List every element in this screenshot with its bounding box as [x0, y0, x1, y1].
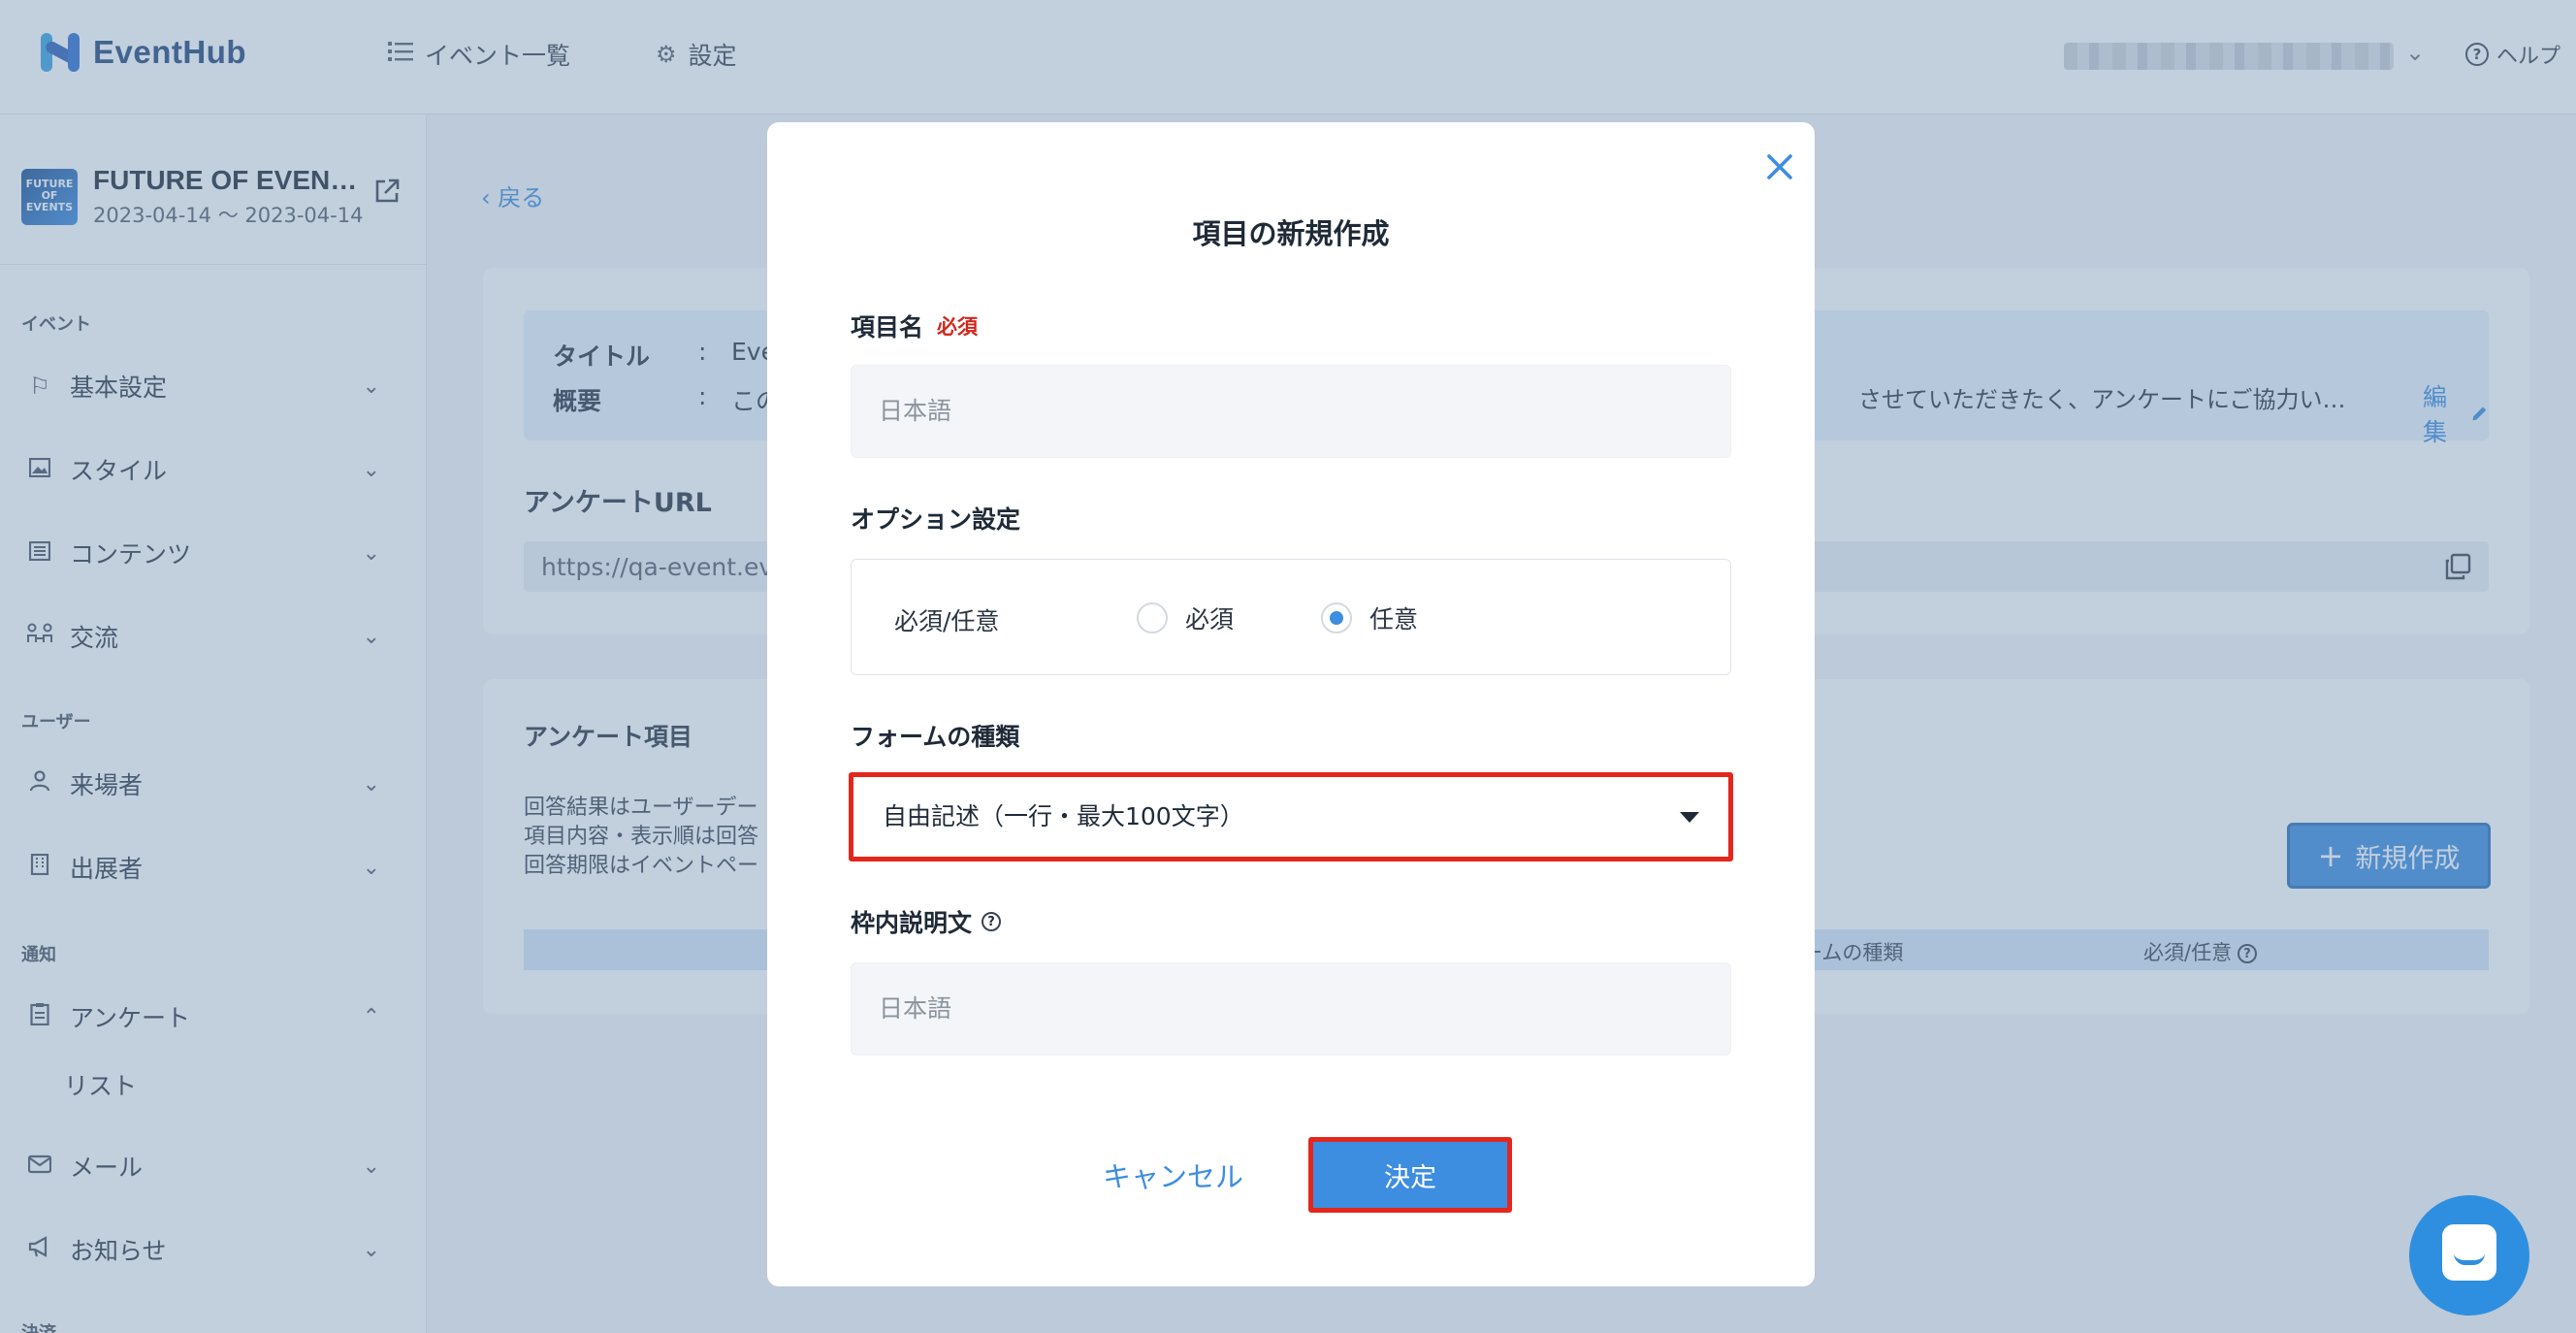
- modal-title: 項目の新規作成: [1192, 217, 1390, 250]
- inner-description-label-text: 枠内説明文: [851, 909, 973, 937]
- chat-widget-button[interactable]: [2409, 1195, 2529, 1316]
- radio-circle-selected: [1321, 602, 1352, 634]
- option-settings-box: 必須/任意 必須 任意: [851, 559, 1731, 675]
- close-icon[interactable]: [1760, 147, 1799, 186]
- radio-circle: [1137, 602, 1168, 634]
- radio-required[interactable]: 必須: [1137, 601, 1234, 635]
- required-badge: 必須: [937, 315, 979, 339]
- caret-down-icon: [1680, 812, 1699, 823]
- item-name-label-text: 項目名: [851, 313, 924, 341]
- item-name-label: 項目名 必須: [851, 309, 978, 343]
- radio-optional-label: 任意: [1369, 605, 1419, 634]
- cancel-button[interactable]: キャンセル: [1103, 1154, 1243, 1195]
- chat-icon: [2442, 1224, 2496, 1281]
- radio-optional[interactable]: 任意: [1321, 601, 1418, 635]
- option-settings-label: オプション設定: [851, 505, 1021, 534]
- confirm-button[interactable]: 決定: [1308, 1137, 1512, 1213]
- create-item-modal: 項目の新規作成 項目名 必須 日本語 オプション設定 必須/任意 必須 任意 フ…: [767, 122, 1815, 1286]
- form-type-label: フォームの種類: [851, 723, 1020, 751]
- inner-description-label: 枠内説明文 ?: [851, 904, 1002, 939]
- form-type-value: 自由記述（一行・最大100文字）: [883, 802, 1244, 830]
- form-type-select[interactable]: 自由記述（一行・最大100文字）: [849, 772, 1733, 862]
- radio-required-label: 必須: [1185, 605, 1235, 634]
- required-optional-label: 必須/任意: [894, 607, 1000, 635]
- item-name-input[interactable]: 日本語: [851, 365, 1731, 458]
- inner-description-input[interactable]: 日本語: [851, 962, 1731, 1056]
- question-icon[interactable]: ?: [982, 912, 1002, 931]
